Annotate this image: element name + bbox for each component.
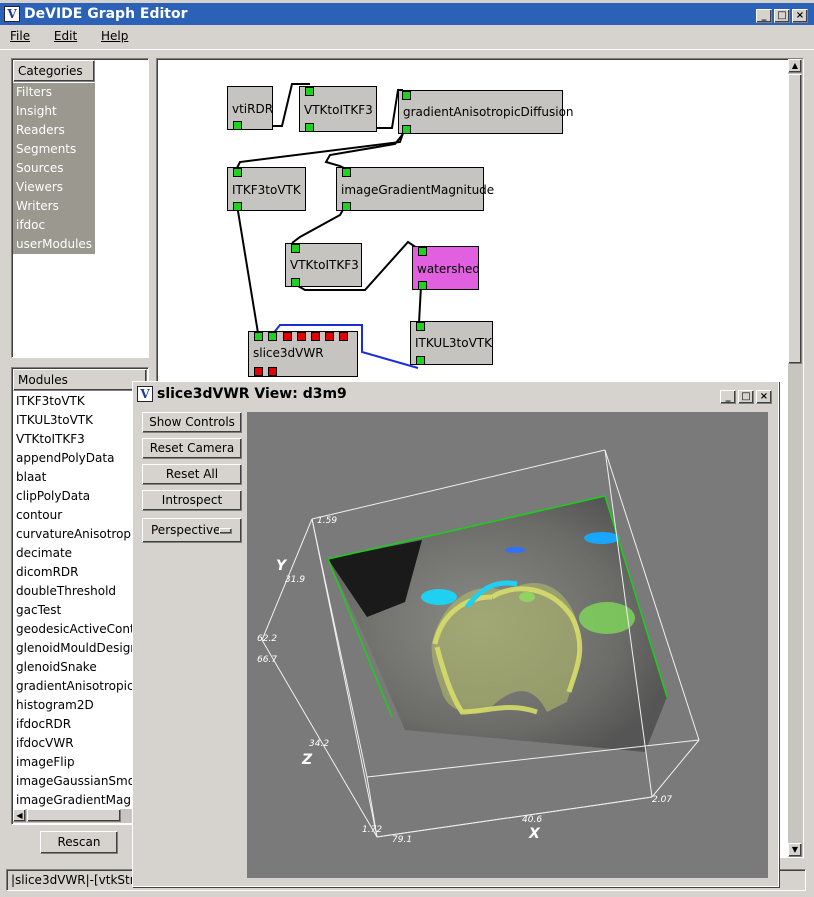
output-port[interactable] — [268, 367, 277, 376]
node-label: VTKtoITKF3 — [304, 103, 373, 117]
node-label: vtiRDR — [232, 102, 274, 116]
node-vtirdr[interactable]: vtiRDR — [227, 86, 273, 130]
render-view[interactable]: 1.59 31.9 62.2 66.7 34.2 1.72 79.1 40.6 … — [247, 412, 768, 878]
axis-tick-label: 31.9 — [285, 575, 305, 585]
input-port[interactable] — [418, 247, 427, 256]
input-port[interactable] — [339, 332, 348, 341]
introspect-button[interactable]: Introspect — [142, 490, 242, 511]
ct-blue-blob — [584, 532, 620, 544]
input-port[interactable] — [342, 168, 351, 177]
input-port[interactable] — [268, 332, 277, 341]
axis-tick-label: 79.1 — [392, 835, 412, 845]
output-port[interactable] — [418, 281, 427, 290]
axis-tick-label: 62.2 — [257, 634, 277, 644]
input-port[interactable] — [283, 332, 292, 341]
axis-tick-label: 1.59 — [317, 516, 337, 526]
reset-all-button[interactable]: Reset All — [142, 464, 242, 485]
minimize-icon[interactable]: _ — [720, 390, 736, 404]
input-port[interactable] — [325, 332, 334, 341]
input-port[interactable] — [233, 168, 242, 177]
input-port[interactable] — [297, 332, 306, 341]
perspective-label: Perspective — [151, 523, 221, 537]
option-menu-indicator-icon — [219, 528, 232, 534]
node-label: watershed — [417, 262, 481, 276]
input-port[interactable] — [291, 244, 300, 253]
node-itkul3tovtk[interactable]: ITKUL3toVTK — [410, 321, 493, 365]
node-label: slice3dVWR — [253, 346, 324, 360]
input-port[interactable] — [416, 322, 425, 331]
node-label: gradientAnisotropicDiffusion — [403, 105, 574, 119]
output-port[interactable] — [233, 121, 242, 130]
link-imagegrad-vtktoitkf3 — [291, 207, 345, 244]
maximize-icon[interactable]: □ — [738, 390, 754, 404]
axis-label-z: Z — [301, 752, 313, 768]
ct-blue-blob — [505, 547, 525, 553]
node-gradient-anisotropic-diffusion[interactable]: gradientAnisotropicDiffusion — [398, 90, 574, 134]
axis-tick-label: 40.6 — [522, 815, 542, 825]
axis-tick-label: 66.7 — [257, 655, 277, 665]
output-port[interactable] — [342, 202, 351, 211]
output-port[interactable] — [291, 278, 300, 287]
output-port[interactable] — [233, 202, 242, 211]
output-port[interactable] — [254, 367, 263, 376]
link-watershed-itkul3 — [418, 285, 422, 324]
node-image-gradient-magnitude[interactable]: imageGradientMagnitude — [336, 167, 494, 211]
output-port[interactable] — [305, 123, 314, 132]
node-label: imageGradientMagnitude — [341, 183, 495, 197]
input-port[interactable] — [254, 332, 263, 341]
viewer-app-icon: V — [137, 386, 153, 402]
input-port[interactable] — [311, 332, 320, 341]
node-vtktoitkf3-a[interactable]: VTKtoITKF3 — [299, 86, 377, 132]
close-icon[interactable]: × — [756, 390, 772, 404]
axis-tick-label: 2.07 — [652, 795, 672, 805]
node-label: VTKtoITKF3 — [290, 258, 359, 272]
viewer-title-bar[interactable]: V slice3dVWR View: d3m9 _ □ × — [133, 382, 778, 406]
node-vtktoitkf3-b[interactable]: VTKtoITKF3 — [285, 243, 362, 287]
output-port[interactable] — [402, 125, 411, 134]
node-label: ITKUL3toVTK — [415, 336, 492, 350]
axis-tick-label: 1.72 — [362, 825, 382, 835]
ct-green-blob — [519, 592, 535, 602]
axis-tick-label: 34.2 — [309, 739, 329, 749]
link-itkf3tovtk-slice — [236, 204, 259, 334]
node-itkf3tovtk[interactable]: ITKF3toVTK — [227, 167, 306, 211]
node-slice3dvwr[interactable]: slice3dVWR — [248, 331, 358, 377]
link-gradient-itkf3tovtk — [236, 132, 404, 169]
node-watershed[interactable]: watershed — [412, 246, 481, 290]
axis-label-x: X — [528, 826, 541, 842]
output-port[interactable] — [416, 356, 425, 365]
reset-camera-button[interactable]: Reset Camera — [142, 438, 242, 459]
link-gradient-imagegrad — [324, 133, 404, 169]
viewer-window-title: slice3dVWR View: d3m9 — [157, 386, 347, 402]
input-port[interactable] — [305, 87, 314, 96]
show-controls-button[interactable]: Show Controls — [142, 412, 242, 433]
node-label: ITKF3toVTK — [232, 183, 301, 197]
ct-cyan-blob — [421, 589, 457, 605]
perspective-option-menu[interactable]: Perspective — [142, 518, 242, 543]
input-port[interactable] — [402, 91, 411, 100]
